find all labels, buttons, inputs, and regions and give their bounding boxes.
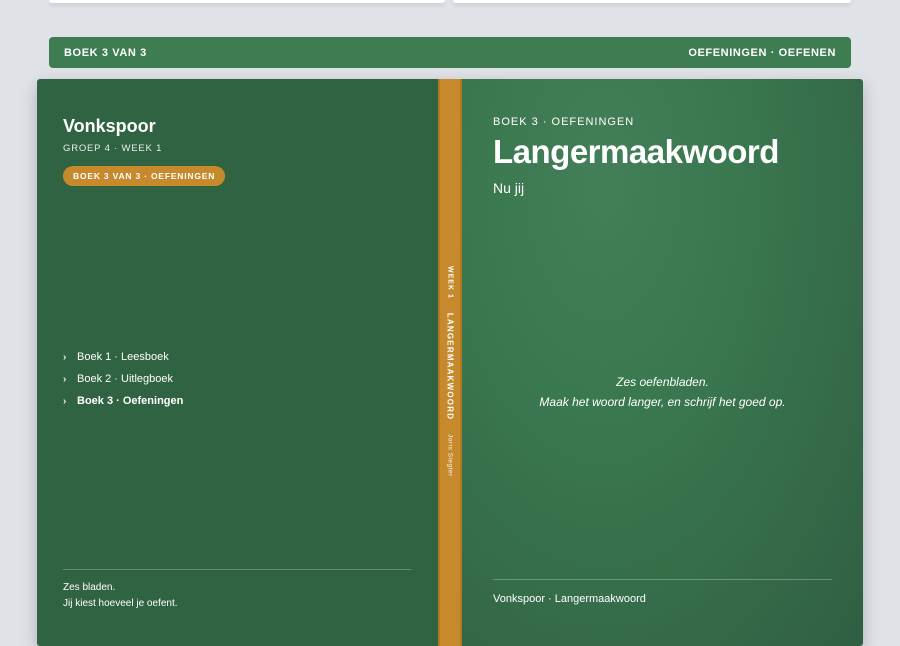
book-blurb: Zes oefenbladen. Maak het woord langer, … [462, 372, 863, 412]
front-kicker: BOEK 3 · OEFENINGEN [493, 116, 635, 128]
spine-author: Joris Slegter [446, 434, 454, 477]
front-cover-footer: Vonkspoor · Langermaakwoord [493, 593, 646, 605]
divider [493, 579, 832, 580]
book-list-item-3[interactable]: › Boek 3 · Oefeningen [63, 390, 183, 412]
book-badge: BOEK 3 VAN 3 · OEFENINGEN [63, 166, 226, 186]
footer-line: Jij kiest hoeveel je oefent. [63, 598, 178, 609]
book-list-item-label: Boek 2 · Uitlegboek [77, 373, 173, 385]
back-cover: Vonkspoor GROEP 4 · WEEK 1 BOEK 3 VAN 3 … [37, 79, 438, 646]
book-subtitle: Nu jij [493, 180, 525, 196]
back-cover-footer: Zes bladen. Jij kiest hoeveel je oefent. [63, 580, 178, 612]
blurb-line: Maak het woord langer, en schrijf het go… [539, 395, 786, 409]
spine-title: LANGERMAAKWOORD [445, 312, 455, 421]
book-cover-spread: Vonkspoor GROEP 4 · WEEK 1 BOEK 3 VAN 3 … [37, 79, 863, 646]
book-list: › Boek 1 · Leesboek › Boek 2 · Uitlegboe… [63, 346, 183, 412]
book-list-item-label: Boek 1 · Leesboek [77, 351, 169, 363]
spine-week: WEEK 1 [446, 266, 454, 299]
chevron-right-icon: › [63, 395, 67, 407]
front-cover: BOEK 3 · OEFENINGEN Langermaakwoord Nu j… [462, 79, 863, 646]
series-title: Vonkspoor [63, 116, 156, 136]
header-book-count: BOEK 3 VAN 3 [64, 46, 147, 59]
header-section-label: OEFENINGEN · OEFENEN [688, 46, 836, 59]
spine-text: WEEK 1 LANGERMAAKWOORD Joris Slegter [446, 266, 455, 477]
chevron-right-icon: › [63, 373, 67, 385]
previous-page-right [453, 0, 851, 3]
divider [63, 569, 411, 570]
book-list-item-1[interactable]: › Boek 1 · Leesboek [63, 346, 183, 368]
chevron-right-icon: › [63, 351, 67, 363]
series-subtitle: GROEP 4 · WEEK 1 [63, 143, 163, 154]
book-title: Langermaakwoord [493, 133, 779, 170]
footer-line: Zes bladen. [63, 582, 116, 593]
book-list-item-label: Boek 3 · Oefeningen [77, 395, 184, 407]
book-header-bar: BOEK 3 VAN 3 OEFENINGEN · OEFENEN [49, 37, 851, 68]
blurb-line: Zes oefenbladen. [616, 375, 709, 389]
previous-page-left [49, 0, 445, 3]
book-spine: WEEK 1 LANGERMAAKWOORD Joris Slegter [438, 79, 462, 646]
book-list-item-2[interactable]: › Boek 2 · Uitlegboek [63, 368, 183, 390]
previous-spread-edge [49, 0, 851, 3]
